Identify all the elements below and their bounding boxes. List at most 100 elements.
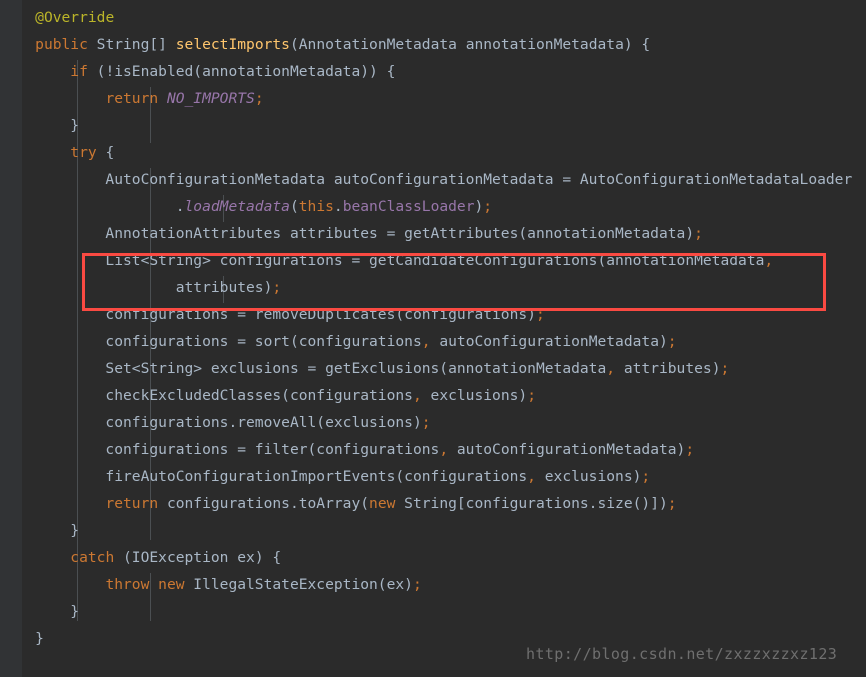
code-line[interactable]: configurations.removeAll(exclusions); (0, 409, 431, 436)
code-token: ; (483, 198, 493, 215)
code-token: } (0, 630, 44, 647)
code-token: configurations = removeDuplicates(config… (0, 306, 536, 323)
code-token: ; (272, 279, 282, 296)
code-token: new (369, 495, 396, 512)
code-token: exclusions) (535, 468, 642, 485)
code-token: (!isEnabled(annotationMetadata)) { (87, 63, 396, 80)
code-token: fireAutoConfigurationImportEvents(config… (0, 468, 528, 485)
code-token: autoConfigurationMetadata) (448, 441, 686, 458)
code-line[interactable]: if (!isEnabled(annotationMetadata)) { (0, 58, 395, 85)
code-token: AutoConfigurationMetadata autoConfigurat… (0, 171, 853, 188)
code-token: ; (694, 225, 703, 242)
code-line[interactable]: AnnotationAttributes attributes = getAtt… (0, 220, 703, 247)
code-token: (AnnotationMetadata annotationMetadata) … (289, 36, 651, 53)
code-token: (IOException ex) { (114, 549, 282, 566)
code-token: if (70, 63, 88, 80)
code-token: ; (535, 306, 545, 323)
code-line[interactable]: throw new IllegalStateException(ex); (0, 571, 422, 598)
code-editor-view: @Override public String[] selectImports(… (0, 0, 866, 677)
code-token: ; (527, 387, 536, 404)
code-line[interactable]: return NO_IMPORTS; (0, 85, 264, 112)
code-token: NO_IMPORTS (166, 90, 255, 107)
code-token: throw new (105, 576, 185, 593)
code-token: selectImports (175, 36, 290, 53)
code-line[interactable]: attributes); (0, 274, 281, 301)
code-token: IllegalStateException(ex) (184, 576, 413, 593)
code-token: , (606, 360, 616, 377)
code-line[interactable]: catch (IOException ex) { (0, 544, 281, 571)
code-token: ( (289, 198, 299, 215)
code-line[interactable]: } (0, 598, 79, 625)
code-line[interactable]: return configurations.toArray(new String… (0, 490, 677, 517)
code-line[interactable]: configurations = filter(configurations, … (0, 436, 694, 463)
code-token: beanClassLoader (342, 198, 475, 215)
code-token: checkExcludedClasses(configurations (0, 387, 413, 404)
code-token: } (0, 603, 80, 620)
code-token: loadMetadata (184, 198, 290, 215)
code-token: , (421, 333, 431, 350)
code-token: Set<String> exclusions = getExclusions(a… (0, 360, 607, 377)
code-token: { (96, 144, 115, 161)
code-line[interactable]: @Override (0, 4, 114, 31)
code-token: AnnotationAttributes attributes = getAtt… (0, 225, 695, 242)
code-token: autoConfigurationMetadata) (430, 333, 668, 350)
code-token: ; (685, 441, 695, 458)
code-token: configurations = filter(configurations (0, 441, 440, 458)
code-token: , (527, 468, 536, 485)
code-token: this (298, 198, 334, 215)
code-line[interactable]: public String[] selectImports(Annotation… (0, 31, 650, 58)
code-line[interactable]: AutoConfigurationMetadata autoConfigurat… (0, 166, 852, 193)
code-token: return (105, 90, 159, 107)
code-token: ; (421, 414, 431, 431)
code-token: configurations.removeAll(exclusions) (0, 414, 422, 431)
code-token: return (105, 495, 159, 512)
code-token: configurations.toArray( (158, 495, 370, 512)
code-line[interactable]: fireAutoConfigurationImportEvents(config… (0, 463, 650, 490)
code-token: @Override (35, 9, 115, 26)
code-token: . (333, 198, 343, 215)
watermark-url: http://blog.csdn.net/zxzzxzzxz123 (526, 645, 838, 663)
code-token: ; (641, 468, 651, 485)
code-token: ; (412, 576, 422, 593)
code-token: , (439, 441, 449, 458)
code-token: String[configurations.size()]) (395, 495, 668, 512)
code-line[interactable]: } (0, 625, 44, 652)
code-line[interactable]: List<String> configurations = getCandida… (0, 247, 773, 274)
code-token: ; (667, 333, 677, 350)
code-token: catch (70, 549, 115, 566)
code-token: configurations = sort(configurations (0, 333, 422, 350)
code-line[interactable]: try { (0, 139, 114, 166)
code-line[interactable]: } (0, 517, 79, 544)
code-line[interactable]: checkExcludedClasses(configurations, exc… (0, 382, 536, 409)
code-token: ; (720, 360, 730, 377)
code-token: } (0, 117, 80, 134)
code-token: attributes) (0, 279, 273, 296)
code-token: String[] (87, 36, 176, 53)
code-line[interactable]: Set<String> exclusions = getExclusions(a… (0, 355, 729, 382)
code-line[interactable]: configurations = sort(configurations, au… (0, 328, 677, 355)
code-token: , (412, 387, 422, 404)
code-token: ) (474, 198, 484, 215)
code-token: } (0, 522, 80, 539)
code-text-surface[interactable]: @Override public String[] selectImports(… (0, 0, 866, 677)
code-token: attributes) (615, 360, 721, 377)
code-line[interactable]: .loadMetadata(this.beanClassLoader); (0, 193, 492, 220)
code-token: , (764, 252, 774, 269)
code-token: . (0, 198, 185, 215)
code-token: ; (667, 495, 677, 512)
code-token: exclusions) (421, 387, 528, 404)
code-line[interactable]: } (0, 112, 79, 139)
code-token: List<String> configurations = getCandida… (0, 252, 765, 269)
code-token: try (70, 144, 97, 161)
code-line[interactable]: configurations = removeDuplicates(config… (0, 301, 545, 328)
code-token: ; (254, 90, 264, 107)
